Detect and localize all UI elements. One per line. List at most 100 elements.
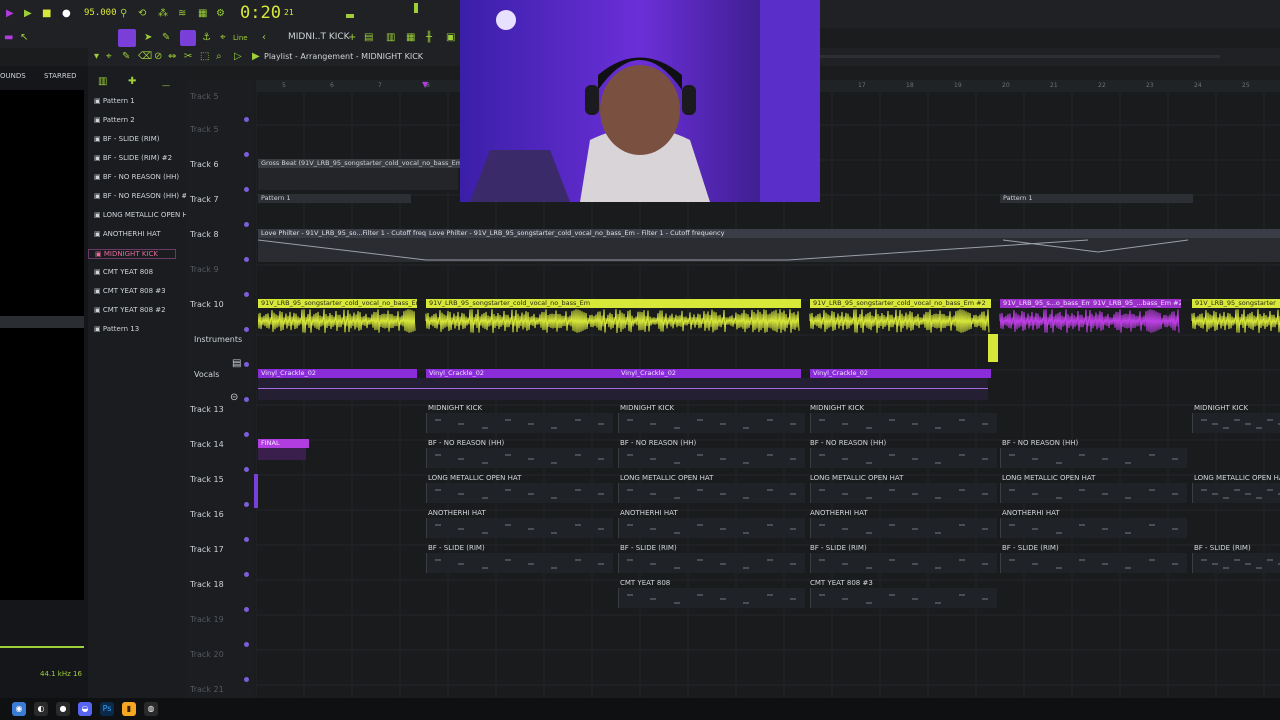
hh-clip-4[interactable]: BF - NO REASON (HH): [1002, 439, 1078, 447]
obs-icon[interactable]: ◍: [144, 702, 158, 716]
track-activity-dot[interactable]: [244, 397, 249, 402]
pattern-item[interactable]: ▣ BF - NO REASON (HH) #2: [88, 192, 192, 200]
vinyl-clip-1[interactable]: Vinyl_Crackle_02: [258, 369, 417, 378]
pattern-clip-body[interactable]: [810, 483, 997, 503]
track-activity-dot[interactable]: [244, 152, 249, 157]
pattern-clip-body[interactable]: [618, 448, 805, 468]
track-activity-dot[interactable]: [244, 537, 249, 542]
pattern-clip-body[interactable]: [1192, 553, 1280, 573]
track-13-label[interactable]: Track 13: [190, 405, 224, 414]
browser-icon[interactable]: ▥: [386, 32, 395, 44]
channel-rack-icon[interactable]: ⚓: [202, 32, 211, 44]
track-9-label[interactable]: Track 9: [190, 265, 219, 274]
pattern-clip-body[interactable]: [810, 518, 997, 538]
arrow-icon[interactable]: ➤: [144, 32, 152, 44]
track-activity-dot[interactable]: [244, 292, 249, 297]
pattern-item[interactable]: ▣ Pattern 2: [88, 116, 174, 124]
pattern-clip-body[interactable]: [618, 588, 805, 608]
track-activity-dot[interactable]: [244, 502, 249, 507]
track-mute-icon[interactable]: ⊝: [230, 392, 238, 404]
automation-clip-b[interactable]: Love Philter - 91V_LRB_95_songstarter_co…: [426, 229, 1280, 238]
pattern-clip-body[interactable]: [618, 553, 805, 573]
vinyl-clip-4[interactable]: Vinyl_Crackle_02: [810, 369, 991, 378]
track-activity-dot[interactable]: [244, 117, 249, 122]
track-activity-dot[interactable]: [244, 642, 249, 647]
tempo-display[interactable]: 95.000: [84, 8, 117, 18]
piano-icon[interactable]: ▦: [406, 32, 415, 44]
pattern-clip-body[interactable]: [1192, 413, 1280, 433]
pattern-item[interactable]: ▣ Pattern 1: [88, 97, 174, 105]
browser-list[interactable]: [0, 90, 84, 600]
track-20-label[interactable]: Track 20: [190, 650, 224, 659]
vocals-label[interactable]: Vocals: [194, 370, 219, 379]
snap-icon[interactable]: ⌖: [220, 32, 226, 44]
tab-starred[interactable]: STARRED: [44, 72, 77, 80]
waveform-icon[interactable]: ≋: [178, 8, 186, 20]
loop-icon[interactable]: ⟲: [138, 8, 146, 20]
track-5-label[interactable]: Track 5: [190, 92, 219, 101]
yeat-clip-2[interactable]: CMT YEAT 808 #3: [810, 579, 873, 587]
hh-clip-1[interactable]: BF - NO REASON (HH): [428, 439, 504, 447]
playlist-menu-icon[interactable]: ▾: [94, 51, 99, 63]
zoom-icon[interactable]: ⌕: [216, 51, 222, 63]
playhead-marker[interactable]: ▼: [422, 80, 428, 89]
pattern-selector[interactable]: MIDNI..T KICK: [288, 32, 350, 42]
slide-clip-2[interactable]: BF - SLIDE (RIM): [620, 544, 677, 552]
slide-clip-3[interactable]: BF - SLIDE (RIM): [810, 544, 867, 552]
snap-value[interactable]: Line: [233, 34, 248, 42]
track-7-label[interactable]: Track 7: [190, 195, 219, 204]
kick-clip-1[interactable]: MIDNIGHT KICK: [428, 404, 482, 412]
fl-studio-icon[interactable]: ▮: [122, 702, 136, 716]
final-clip[interactable]: FINAL: [258, 439, 309, 448]
scroll-up-icon[interactable]: —: [162, 80, 170, 92]
pattern-clip-body[interactable]: [426, 483, 613, 503]
track-10-label[interactable]: Track 10: [190, 300, 224, 309]
add-pattern-icon[interactable]: +: [348, 32, 356, 44]
hat-clip-2[interactable]: LONG METALLIC OPEN HAT: [620, 474, 713, 482]
pattern-clip-body[interactable]: [810, 448, 997, 468]
pattern-clip-body[interactable]: [810, 413, 997, 433]
track-8-label[interactable]: Track 8: [190, 230, 219, 239]
windows-icon[interactable]: ◉: [12, 702, 26, 716]
piano-roll-button[interactable]: [118, 29, 136, 47]
track-5b-label[interactable]: Track 5: [190, 125, 219, 134]
browser-icon-task[interactable]: ◐: [34, 702, 48, 716]
tab-sounds[interactable]: OUNDS: [0, 72, 26, 80]
pattern-clip-body[interactable]: [1000, 553, 1187, 573]
track-scroll-marker[interactable]: [254, 474, 258, 508]
track-19-label[interactable]: Track 19: [190, 615, 224, 624]
track-6-label[interactable]: Track 6: [190, 160, 219, 169]
magnet-icon[interactable]: ⌖: [106, 51, 112, 63]
vocal-clip-3[interactable]: 91V_LRB_95_songstarter_cold_vocal_no_bas…: [810, 299, 991, 308]
playlist-icon[interactable]: ▤: [364, 32, 373, 44]
pattern-item[interactable]: ▣ LONG METALLIC OPEN HAT: [88, 211, 196, 219]
paint-icon[interactable]: ✎: [122, 51, 130, 63]
track-activity-dot[interactable]: [244, 187, 249, 192]
track-activity-dot[interactable]: [244, 432, 249, 437]
pattern1-clip-a[interactable]: Pattern 1: [258, 194, 411, 203]
pattern-item[interactable]: ▣ CMT YEAT 808: [88, 268, 174, 276]
mute-icon[interactable]: ⊘: [154, 51, 162, 63]
pattern-list-icon[interactable]: ▥: [98, 76, 107, 88]
another-clip-3[interactable]: ANOTHERHI HAT: [810, 509, 868, 517]
instruments-label[interactable]: Instruments: [194, 335, 242, 344]
another-clip-4[interactable]: ANOTHERHI HAT: [1002, 509, 1060, 517]
brush-icon[interactable]: ▬: [4, 32, 13, 44]
track-group-icon[interactable]: ▤: [232, 358, 241, 370]
metronome-icon[interactable]: ⚲: [120, 8, 127, 20]
vinyl-clip-2[interactable]: Vinyl_Crackle_02: [426, 369, 619, 378]
vocal-clip-6[interactable]: 91V_LRB_95_songstarter: [1192, 299, 1280, 308]
yeat-clip-1[interactable]: CMT YEAT 808: [620, 579, 670, 587]
mixer-toggle-icon[interactable]: ╫: [426, 32, 432, 44]
browser-selected-row[interactable]: [0, 316, 84, 328]
pattern-clip-body[interactable]: [1000, 483, 1187, 503]
pattern-item[interactable]: ▣ Pattern 13: [88, 325, 174, 333]
pattern-item[interactable]: ▣ BF - SLIDE (RIM): [88, 135, 174, 143]
track-14-label[interactable]: Track 14: [190, 440, 224, 449]
pattern-clip-body[interactable]: [618, 518, 805, 538]
automation-clip-a[interactable]: Love Philter - 91V_LRB_95_so...Filter 1 …: [258, 229, 429, 238]
pattern-clip-body[interactable]: [426, 448, 613, 468]
vocal-clip-2[interactable]: 91V_LRB_95_songstarter_cold_vocal_no_bas…: [426, 299, 801, 308]
track-activity-dot[interactable]: [244, 257, 249, 262]
another-clip-1[interactable]: ANOTHERHI HAT: [428, 509, 486, 517]
